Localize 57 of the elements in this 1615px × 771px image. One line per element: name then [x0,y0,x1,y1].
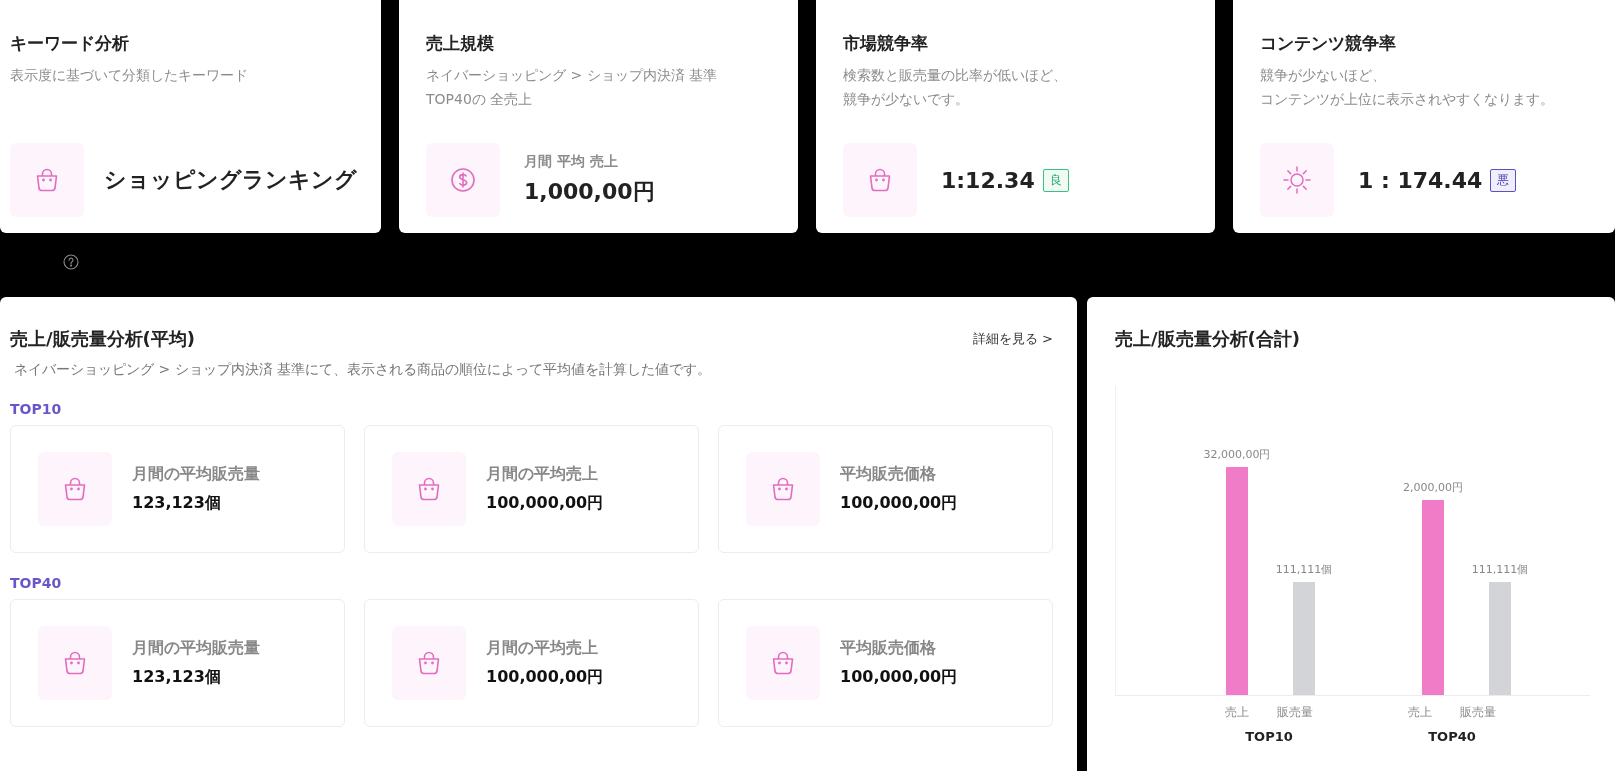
shopping-bag-icon [416,650,442,676]
card-title: 市場競争率 [843,32,929,55]
axis-label: 販売量 [1460,704,1496,721]
stat-value: 100,000,00円 [840,667,958,688]
card-title: コンテンツ競争率 [1260,32,1397,55]
shopping-bag-icon [867,167,893,193]
card-description: 競争が少ないほど、 [1260,66,1387,85]
panel-title: 売上/販売量分析(平均) [10,327,196,351]
value-caption: 月間 平均 売上 [524,153,619,171]
axis-label: 販売量 [1277,704,1313,721]
group-label: TOP40 [10,575,63,591]
shopping-bag-icon [770,650,796,676]
stat-value: 100,000,00円 [486,493,604,514]
shopping-bag-icon [62,650,88,676]
summary-value: 1:12.34 [941,167,1035,193]
rating-badge: 良 [1042,168,1069,192]
axis-label: 売上 [1408,704,1432,721]
card-description: ネイバーショッピング > ショップ内決済 基準 [426,66,719,85]
help-icon[interactable] [63,254,79,270]
details-link[interactable]: 詳細を見る > [972,330,1053,348]
panel-title: 売上/販売量分析(合計) [1115,327,1302,351]
stat-value: 123,123個 [132,667,222,688]
group-axis-label: TOP40 [1428,729,1476,744]
summary-value: 1 : 174.44 [1358,167,1483,193]
stat-value: 123,123個 [132,493,222,514]
axis-label: 売上 [1225,704,1249,721]
summary-value: 1,000,00円 [524,178,655,206]
bar-value-label: 32,000,00円 [1203,447,1271,462]
shopping-bag-icon [62,476,88,502]
dollar-icon [450,167,476,193]
card-description: コンテンツが上位に表示されやすくなります。 [1260,90,1555,109]
summary-value: ショッピングランキング [104,166,357,194]
card-description: 表示度に基づいて分類したキーワード [10,66,249,85]
stat-label: 月間の平均販売量 [132,638,260,659]
sun-icon [1282,165,1312,195]
card-title: 売上規模 [426,32,495,55]
group-label: TOP10 [10,401,63,417]
shopping-bag-icon [770,476,796,502]
bar-value-label: 2,000,00円 [1403,480,1463,495]
card-description: 検索数と販売量の比率が低いほど、 [843,66,1068,85]
rating-badge: 悪 [1490,168,1517,192]
shopping-bag-icon [416,476,442,502]
card-description: 競争が少ないです。 [843,90,970,109]
panel-description: ネイバーショッピング > ショップ内決済 基準にて、表示される商品の順位によって平均値を計算した値です。 [14,361,713,379]
stat-label: 平均販売価格 [840,638,937,659]
stat-value: 100,000,00円 [486,667,604,688]
stat-label: 月間の平均販売量 [132,464,260,485]
bar-value-label: 111,111個 [1471,562,1529,577]
stat-label: 月間の平均売上 [486,464,599,485]
card-title: キーワード分析 [10,32,130,55]
card-description: TOP40の 全売上 [426,90,534,109]
shopping-bag-icon [34,167,60,193]
stat-label: 平均販売価格 [840,464,937,485]
bar-value-label: 111,111個 [1275,562,1333,577]
stat-value: 100,000,00円 [840,493,958,514]
stat-label: 月間の平均売上 [486,638,599,659]
group-axis-label: TOP10 [1245,729,1293,744]
